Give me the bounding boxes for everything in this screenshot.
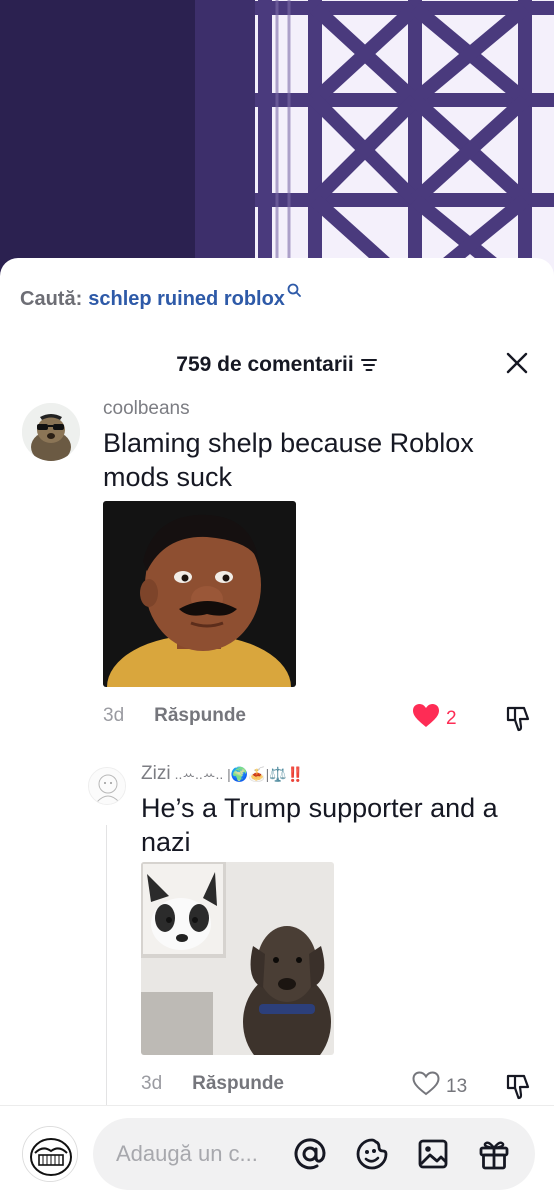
reply-image-dog-meme[interactable]: [141, 862, 334, 1055]
reply-age: 3d: [141, 1073, 163, 1094]
search-query[interactable]: schlep ruined roblox: [88, 288, 285, 311]
my-avatar[interactable]: [22, 1126, 78, 1182]
heart-filled-icon: [412, 703, 440, 734]
comment-age: 3d: [103, 705, 125, 726]
image-icon[interactable]: [414, 1135, 452, 1173]
sort-icon[interactable]: [360, 357, 378, 373]
like-button[interactable]: 2: [412, 703, 457, 734]
avatar[interactable]: [22, 403, 80, 461]
lattice-structure: [255, 0, 554, 290]
reply-text: He’s a Trump supporter and a nazi: [141, 793, 498, 857]
emoji-icon[interactable]: [353, 1135, 391, 1173]
reply-button[interactable]: Răspunde: [154, 705, 246, 727]
comment-composer: Adaugă un c...: [0, 1105, 554, 1200]
thread-line: [106, 825, 107, 1107]
search-suggestion[interactable]: Caută: schlep ruined roblox: [20, 283, 301, 311]
video-background: [0, 0, 554, 290]
close-icon[interactable]: [504, 350, 530, 376]
reply-meta: 3d Răspunde: [141, 1073, 284, 1095]
search-prefix: Caută:: [20, 288, 83, 310]
like-count: 2: [446, 707, 457, 729]
comment-count: 759 de comentarii: [176, 353, 354, 376]
comment-meta: 3d Răspunde: [103, 705, 246, 727]
search-icon: [287, 280, 301, 303]
comment-input[interactable]: Adaugă un c...: [93, 1118, 535, 1190]
reply-avatar[interactable]: [88, 767, 126, 805]
reply-username[interactable]: Zizi: [141, 763, 171, 785]
comment-text: Blaming shelp because Roblox mods suck: [103, 428, 474, 492]
dislike-icon[interactable]: [503, 1071, 533, 1101]
comment-input-placeholder: Adaugă un c...: [116, 1141, 258, 1166]
username-decoration: ..ꕀ..ꕀ.. |🌍🍝|⚖️‼️: [174, 765, 305, 782]
reply-like-button[interactable]: 13: [412, 1071, 467, 1102]
reply-username-row[interactable]: Zizi ..ꕀ..ꕀ.. |🌍🍝|⚖️‼️: [141, 763, 304, 785]
comment-image-cartoon-man[interactable]: [103, 501, 296, 687]
dislike-icon[interactable]: [503, 703, 533, 733]
comment-username[interactable]: coolbeans: [103, 398, 190, 420]
gift-icon[interactable]: [475, 1135, 513, 1173]
comments-header: 759 de comentarii: [0, 350, 554, 380]
mention-icon[interactable]: [291, 1135, 329, 1173]
comments-sheet: Caută: schlep ruined roblox 759 de comen…: [0, 258, 554, 1200]
video-dark-region: [0, 0, 210, 290]
reply-button[interactable]: Răspunde: [192, 1073, 284, 1095]
heart-outline-icon: [412, 1071, 440, 1102]
reply-like-count: 13: [446, 1075, 468, 1097]
